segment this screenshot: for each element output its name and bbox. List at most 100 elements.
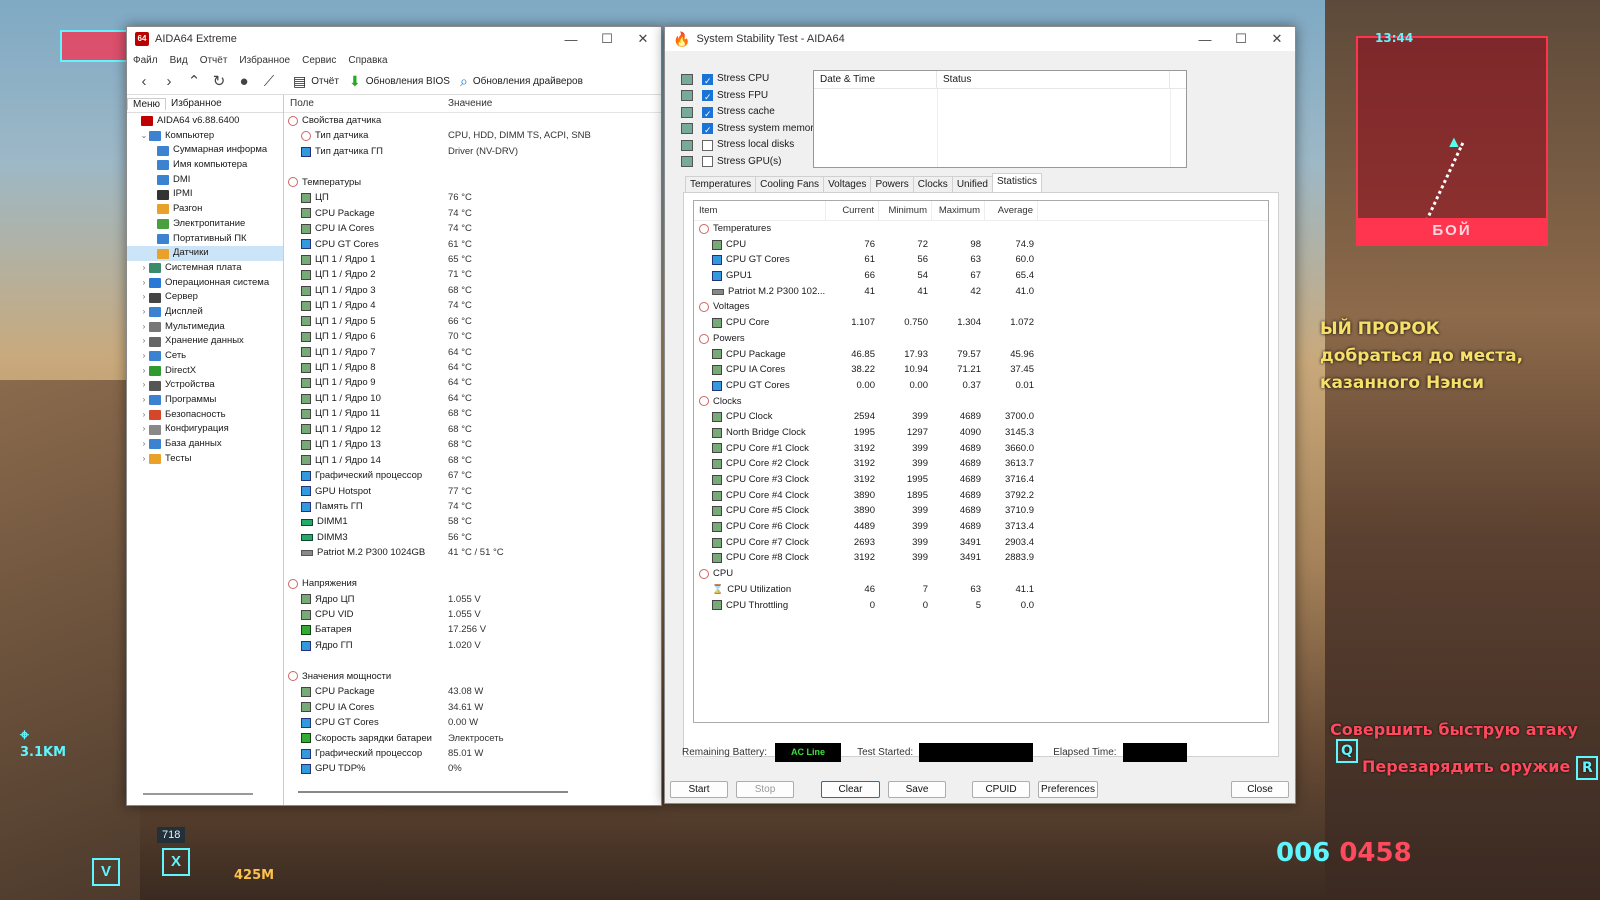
statistics-row[interactable]: ⌛ CPU Utilization 46 7 63 41.1 xyxy=(694,582,1268,598)
statistics-row[interactable]: CPU Core #8 Clock 3192 399 3491 2883.9 xyxy=(694,550,1268,566)
sensor-row[interactable]: Графический процессор 85.01 W xyxy=(284,746,661,761)
statistics-group[interactable]: CPU xyxy=(694,566,1268,582)
column-minimum[interactable]: Minimum xyxy=(879,201,932,220)
sensor-row[interactable]: CPU Package 43.08 W xyxy=(284,684,661,699)
sensor-row[interactable]: ЦП 1 / Ядро 7 64 °C xyxy=(284,345,661,360)
stress-option[interactable]: Stress system memory xyxy=(681,121,819,139)
column-average[interactable]: Average xyxy=(985,201,1038,220)
tree-item[interactable]: › Программы xyxy=(127,393,283,408)
sensor-row[interactable]: Тип датчика CPU, HDD, DIMM TS, ACPI, SNB xyxy=(284,128,661,143)
back-icon[interactable]: ‹ xyxy=(133,72,155,92)
expand-arrow-icon[interactable]: › xyxy=(139,437,149,452)
stress-checkbox[interactable] xyxy=(702,106,713,122)
sensor-row[interactable]: ЦП 1 / Ядро 13 68 °C xyxy=(284,437,661,452)
tree-item[interactable]: Датчики xyxy=(127,246,283,261)
statistics-row[interactable]: CPU Core #2 Clock 3192 399 4689 3613.7 xyxy=(694,456,1268,472)
column-status[interactable]: Status xyxy=(937,71,1170,88)
preferences-button[interactable]: Preferences xyxy=(1038,781,1098,798)
sensor-row[interactable]: ЦП 1 / Ядро 9 64 °C xyxy=(284,375,661,390)
sensor-group[interactable]: Свойства датчика xyxy=(284,113,661,128)
tree-item[interactable]: › Конфигурация xyxy=(127,422,283,437)
sensor-row[interactable]: ЦП 76 °C xyxy=(284,190,661,205)
statistics-row[interactable]: CPU 76 72 98 74.9 xyxy=(694,237,1268,253)
sensor-row[interactable]: ЦП 1 / Ядро 12 68 °C xyxy=(284,422,661,437)
tab-cooling-fans[interactable]: Cooling Fans xyxy=(755,176,825,192)
tree-item[interactable]: › Безопасность xyxy=(127,408,283,423)
statistics-row[interactable]: North Bridge Clock 1995 1297 4090 3145.3 xyxy=(694,425,1268,441)
statistics-row[interactable]: CPU Throttling 0 0 5 0.0 xyxy=(694,598,1268,614)
sensor-row[interactable]: Графический процессор 67 °C xyxy=(284,468,661,483)
sensor-group[interactable]: Напряжения xyxy=(284,576,661,591)
save-button[interactable]: Save xyxy=(888,781,946,798)
stress-option[interactable]: Stress FPU xyxy=(681,88,819,106)
tree-item[interactable]: Имя компьютера xyxy=(127,158,283,173)
statistics-row[interactable]: CPU Core #4 Clock 3890 1895 4689 3792.2 xyxy=(694,488,1268,504)
tree-item[interactable]: Портативный ПК xyxy=(127,232,283,247)
start-button[interactable]: Start xyxy=(670,781,728,798)
sensor-row[interactable]: CPU VID 1.055 V xyxy=(284,607,661,622)
minimize-icon[interactable]: — xyxy=(1187,32,1223,47)
menu-report[interactable]: Отчёт xyxy=(200,55,228,66)
tab-voltages[interactable]: Voltages xyxy=(823,176,872,192)
sensor-row[interactable]: ЦП 1 / Ядро 3 68 °C xyxy=(284,283,661,298)
sensor-row[interactable]: ЦП 1 / Ядро 14 68 °C xyxy=(284,453,661,468)
sensor-row[interactable]: Ядро ЦП 1.055 V xyxy=(284,592,661,607)
statistics-row[interactable]: CPU Package 46.85 17.93 79.57 45.96 xyxy=(694,347,1268,363)
sensor-row[interactable]: Батарея 17.256 V xyxy=(284,622,661,637)
stress-option[interactable]: Stress local disks xyxy=(681,137,819,154)
expand-arrow-icon[interactable]: › xyxy=(139,261,149,276)
statistics-row[interactable]: CPU Clock 2594 399 4689 3700.0 xyxy=(694,409,1268,425)
column-field[interactable]: Поле xyxy=(284,98,448,109)
column-current[interactable]: Current xyxy=(826,201,879,220)
tab-statistics[interactable]: Statistics xyxy=(991,173,1042,192)
expand-arrow-icon[interactable]: › xyxy=(139,334,149,349)
sensor-group[interactable]: Температуры xyxy=(284,175,661,190)
maximize-icon[interactable]: ☐ xyxy=(1223,31,1259,47)
chart-icon[interactable]: ⟋ xyxy=(258,72,280,92)
tree-item[interactable]: › Сервер xyxy=(127,290,283,305)
sensor-row[interactable]: ЦП 1 / Ядро 8 64 °C xyxy=(284,360,661,375)
expand-arrow-icon[interactable]: › xyxy=(139,452,149,467)
tree-item[interactable]: › Хранение данных xyxy=(127,334,283,349)
maximize-icon[interactable]: ☐ xyxy=(589,31,625,47)
statistics-row[interactable]: CPU GT Cores 0.00 0.00 0.37 0.01 xyxy=(694,378,1268,394)
stress-option[interactable]: Stress cache xyxy=(681,104,819,122)
statistics-row[interactable]: CPU Core #5 Clock 3890 399 4689 3710.9 xyxy=(694,503,1268,519)
sensor-row[interactable]: CPU GT Cores 61 °C xyxy=(284,237,661,252)
stress-checkbox[interactable] xyxy=(702,89,713,106)
forward-icon[interactable]: › xyxy=(158,72,180,92)
expand-arrow-icon[interactable]: › xyxy=(139,408,149,423)
expand-arrow-icon[interactable]: › xyxy=(139,378,149,393)
stress-option[interactable]: Stress CPU xyxy=(681,71,819,89)
tab-unified[interactable]: Unified xyxy=(951,176,993,192)
tree-item[interactable]: › Устройства xyxy=(127,378,283,393)
expand-arrow-icon[interactable]: › xyxy=(139,320,149,335)
expand-arrow-icon[interactable]: › xyxy=(139,276,149,291)
stress-option[interactable]: Stress GPU(s) xyxy=(681,154,819,171)
expand-arrow-icon[interactable]: › xyxy=(139,364,149,379)
sensor-row[interactable]: Ядро ГП 1.020 V xyxy=(284,638,661,653)
tree-item[interactable]: › Тесты xyxy=(127,452,283,467)
tab-favorites[interactable]: Избранное xyxy=(166,98,227,109)
sensor-row[interactable]: Память ГП 74 °C xyxy=(284,499,661,514)
tab-menu[interactable]: Меню xyxy=(127,97,167,110)
tree-item[interactable]: AIDA64 v6.88.6400 xyxy=(127,114,283,129)
stress-checkbox[interactable] xyxy=(702,73,713,89)
sensor-row[interactable]: ЦП 1 / Ядро 1 65 °C xyxy=(284,252,661,267)
close-icon[interactable]: ✕ xyxy=(625,31,661,47)
tree-item[interactable]: Разгон xyxy=(127,202,283,217)
expand-arrow-icon[interactable]: › xyxy=(139,349,149,364)
tab-temperatures[interactable]: Temperatures xyxy=(685,176,757,192)
statistics-row[interactable]: CPU Core 1.107 0.750 1.304 1.072 xyxy=(694,315,1268,331)
tree-item[interactable]: Суммарная информа xyxy=(127,143,283,158)
clear-button[interactable]: Clear xyxy=(821,781,880,798)
tree-item[interactable]: IPMI xyxy=(127,187,283,202)
statistics-row[interactable]: CPU Core #1 Clock 3192 399 4689 3660.0 xyxy=(694,441,1268,457)
tree-item[interactable]: Электропитание xyxy=(127,217,283,232)
statistics-group[interactable]: Voltages xyxy=(694,299,1268,315)
tree-item[interactable]: › Дисплей xyxy=(127,305,283,320)
minimize-icon[interactable]: — xyxy=(553,32,589,47)
menu-service[interactable]: Сервис xyxy=(302,55,336,66)
tree-item[interactable]: › Операционная система xyxy=(127,276,283,291)
menu-file[interactable]: Файл xyxy=(133,55,158,66)
